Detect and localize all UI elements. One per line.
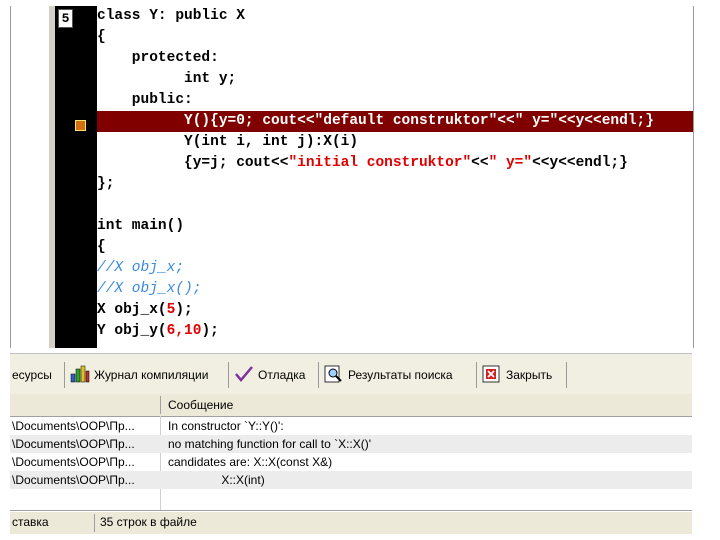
bottom-panel-tabs: есурсы Журнал компиляции Отладка Результ… xyxy=(10,353,692,395)
code-text: Y obj_y( xyxy=(97,323,167,339)
column-divider[interactable] xyxy=(160,396,161,414)
code-text: public: xyxy=(97,92,193,108)
code-text: <<y<<endl;} xyxy=(532,155,628,171)
table-row[interactable]: \Documents\OOP\Пр... no matching functio… xyxy=(10,435,692,453)
row-message: no matching function for call to `X::X()… xyxy=(168,437,372,451)
code-text: { xyxy=(97,239,106,255)
error-marker-icon[interactable] xyxy=(75,120,86,131)
tab-label: Закрыть xyxy=(506,368,553,382)
code-line-15[interactable]: X obj_x(5); xyxy=(97,300,193,321)
tab-separator xyxy=(64,362,65,388)
code-editor[interactable]: 5 class Y: public X { protected: int y; … xyxy=(10,6,694,348)
code-line-3[interactable]: protected: xyxy=(97,48,219,69)
column-header-message[interactable]: Сообщение xyxy=(168,398,233,412)
code-text: { xyxy=(97,29,106,45)
code-text: Y(){y=0; cout<< xyxy=(97,113,315,129)
row-file: \Documents\OOP\Пр... xyxy=(12,473,135,487)
code-line-error[interactable]: Y(){y=0; cout<<"default construktor"<<" … xyxy=(97,111,693,132)
close-icon xyxy=(482,365,502,386)
code-line-2[interactable]: { xyxy=(97,27,106,48)
tab-close[interactable]: Закрыть xyxy=(482,364,552,386)
code-text: Y(int i, int j):X(i) xyxy=(97,134,359,150)
code-line-16[interactable]: Y obj_y(6,10); xyxy=(97,321,219,342)
code-text: ); xyxy=(201,323,219,339)
code-text: << xyxy=(471,155,489,171)
tab-label: есурсы xyxy=(12,368,52,382)
table-header: Сообщение xyxy=(10,394,692,417)
tab-separator xyxy=(318,362,319,388)
status-bar: ставка 35 строк в файле xyxy=(10,511,692,534)
status-divider xyxy=(94,514,95,532)
debug-checkmark-icon xyxy=(234,365,254,386)
table-row[interactable]: \Documents\OOP\Пр... X::X(int) xyxy=(10,471,692,489)
code-line-4[interactable]: int y; xyxy=(97,69,236,90)
code-text: protected: xyxy=(97,50,219,66)
tab-resources[interactable]: есурсы xyxy=(12,364,52,386)
tab-separator xyxy=(228,362,229,388)
row-file: \Documents\OOP\Пр... xyxy=(12,437,135,451)
code-text: int main() xyxy=(97,218,185,234)
code-comment: //X obj_x; xyxy=(97,260,185,276)
status-insert-mode: ставка xyxy=(12,515,49,529)
code-text: <<y<<endl;} xyxy=(558,113,654,129)
status-line-count: 35 строк в файле xyxy=(100,515,197,529)
table-row[interactable]: \Documents\OOP\Пр... candidates are: X::… xyxy=(10,453,692,471)
code-text: << xyxy=(497,113,515,129)
code-line-8[interactable]: {y=j; cout<<"initial construktor"<<" y="… xyxy=(97,153,628,174)
compiler-messages-table: Сообщение \Documents\OOP\Пр... In constr… xyxy=(10,394,692,511)
code-line-5[interactable]: public: xyxy=(97,90,193,111)
code-text: X obj_x( xyxy=(97,302,167,318)
row-message: In constructor `Y::Y()': xyxy=(168,419,284,433)
code-text: int y; xyxy=(97,71,237,87)
tab-label: Журнал компиляции xyxy=(94,368,209,382)
tab-label: Результаты поиска xyxy=(348,368,453,382)
code-line-12[interactable]: { xyxy=(97,237,106,258)
code-line-9[interactable]: }; xyxy=(97,174,114,195)
tab-label: Отладка xyxy=(258,368,306,382)
tab-separator xyxy=(566,362,567,388)
row-file: \Documents\OOP\Пр... xyxy=(12,419,135,433)
line-gutter xyxy=(55,6,97,348)
tab-search-results[interactable]: Результаты поиска xyxy=(324,364,453,386)
code-text: class Y: public X xyxy=(97,8,245,24)
code-line-7[interactable]: Y(int i, int j):X(i) xyxy=(97,132,358,153)
code-text: ); xyxy=(175,302,193,318)
search-results-icon xyxy=(324,365,344,386)
code-string: "default construktor" xyxy=(314,113,498,129)
current-line-number: 5 xyxy=(58,9,73,28)
code-string: " y=" xyxy=(488,155,533,171)
code-line-11[interactable]: int main() xyxy=(97,216,184,237)
row-message: X::X(int) xyxy=(168,473,265,487)
table-row[interactable]: \Documents\OOP\Пр... In constructor `Y::… xyxy=(10,417,692,435)
tab-compile-log[interactable]: Журнал компиляции xyxy=(70,364,208,386)
code-string: " y=" xyxy=(514,113,559,129)
code-comment: //X obj_x(); xyxy=(97,281,202,297)
code-text: }; xyxy=(97,176,115,192)
code-line-13[interactable]: //X obj_x; xyxy=(97,258,184,279)
code-line-14[interactable]: //X obj_x(); xyxy=(97,279,201,300)
code-text: {y=j; cout<< xyxy=(97,155,289,171)
tab-debug[interactable]: Отладка xyxy=(234,364,305,386)
row-file: \Documents\OOP\Пр... xyxy=(12,455,135,469)
tab-separator xyxy=(476,362,477,388)
code-line-1[interactable]: class Y: public X xyxy=(97,6,245,27)
code-number: 6,10 xyxy=(166,323,202,339)
row-message: candidates are: X::X(const X&) xyxy=(168,455,333,469)
compile-log-icon xyxy=(70,365,90,386)
code-string: "initial construktor" xyxy=(288,155,472,171)
